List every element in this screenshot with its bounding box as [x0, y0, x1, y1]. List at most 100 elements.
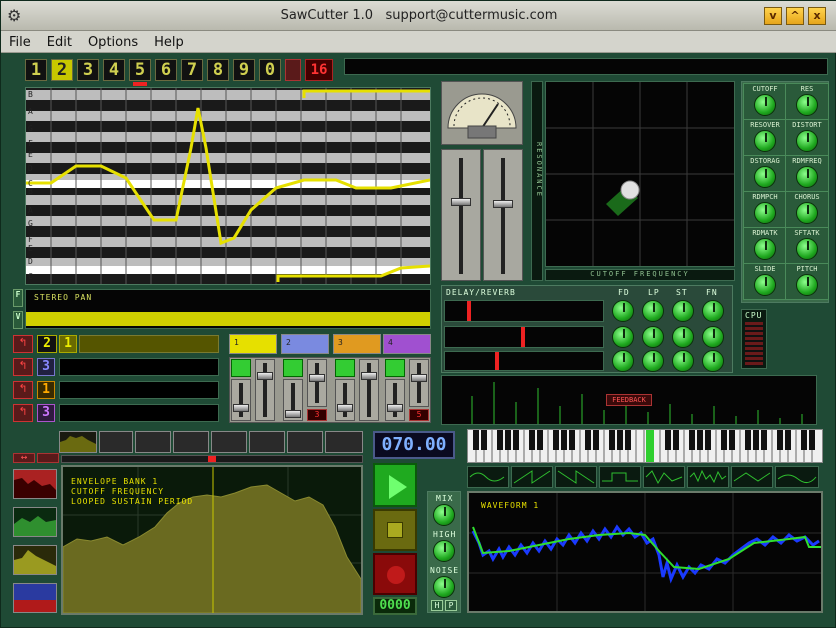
rdmatk-knob[interactable] — [754, 238, 776, 260]
pattern-button-4[interactable]: 4 — [103, 59, 125, 81]
track-1-lane[interactable] — [79, 335, 219, 353]
envelope-preview-3[interactable] — [135, 431, 171, 453]
channel-2-pan-fader[interactable] — [307, 359, 327, 407]
envelope-display[interactable]: ENVELOPE BANK 1 CUTOFF FREQUENCY LOOPED … — [61, 465, 363, 615]
waveform-select-pulse[interactable] — [643, 466, 685, 488]
delay-lp-knob-2[interactable] — [642, 326, 664, 348]
delay-st-knob-3[interactable] — [672, 350, 694, 372]
p-toggle[interactable]: P — [445, 600, 457, 611]
dstorag-knob[interactable] — [754, 166, 776, 188]
channel-2-volume-fader[interactable] — [283, 379, 303, 421]
waveform-display[interactable]: WAVEFORM 1 — [467, 491, 823, 613]
envelope-preview-7[interactable] — [287, 431, 323, 453]
fader-cap[interactable] — [233, 404, 249, 412]
chorus-knob[interactable] — [796, 202, 818, 224]
fader-cap[interactable] — [387, 404, 403, 412]
envelope-bank-2-button[interactable] — [13, 507, 57, 537]
fader-cap[interactable] — [257, 372, 273, 380]
menu-options[interactable]: Options — [80, 32, 146, 54]
pattern-button-3[interactable]: 3 — [77, 59, 99, 81]
pattern-button-9[interactable]: 9 — [233, 59, 255, 81]
sftatk-knob[interactable] — [796, 238, 818, 260]
waveform-select-ramp[interactable] — [555, 466, 597, 488]
envelope-preview-4[interactable] — [173, 431, 209, 453]
record-button[interactable] — [373, 553, 417, 595]
fader-cap[interactable] — [361, 372, 377, 380]
delay-fd-knob-3[interactable] — [612, 350, 634, 372]
track-4-lane[interactable] — [59, 404, 219, 422]
track-1-slot-a[interactable]: 2 — [37, 335, 57, 353]
fader-cap[interactable] — [309, 374, 325, 382]
delay-fn-knob-2[interactable] — [702, 326, 724, 348]
track-1-slot-b[interactable]: 1 — [59, 335, 77, 353]
envelope-preview-8[interactable] — [325, 431, 363, 453]
delay-st-knob-2[interactable] — [672, 326, 694, 348]
xy-pad[interactable] — [545, 81, 735, 267]
pattern-button-7[interactable]: 7 — [181, 59, 203, 81]
menu-help[interactable]: Help — [146, 32, 192, 54]
f-row-button[interactable]: F — [13, 289, 23, 307]
channel-2-header[interactable]: 2 — [281, 334, 329, 354]
note-grid[interactable] — [26, 88, 431, 284]
menu-file[interactable]: File — [1, 32, 39, 54]
track-2-slot-a[interactable]: 3 — [37, 358, 55, 376]
xy-grid[interactable] — [546, 82, 734, 266]
slide-knob[interactable] — [754, 274, 776, 296]
channel-3-pan-fader[interactable] — [359, 359, 379, 421]
channel-3-header[interactable]: 3 — [333, 334, 381, 354]
delay-fn-knob-3[interactable] — [702, 350, 724, 372]
waveform-select-saw[interactable] — [511, 466, 553, 488]
tempo-display[interactable]: 070.00 — [373, 431, 455, 459]
pattern-button-8[interactable]: 8 — [207, 59, 229, 81]
envelope-bank-1-button[interactable] — [13, 469, 57, 499]
resover-knob[interactable] — [754, 130, 776, 152]
tempo-multiplier[interactable]: 16 — [305, 59, 333, 81]
v-row-button[interactable]: V — [13, 311, 23, 329]
pattern-button-5[interactable]: 5 — [129, 59, 151, 81]
delay-lp-knob-1[interactable] — [642, 300, 664, 322]
track-1-route-icon[interactable]: ↰ — [13, 335, 33, 353]
track-2-lane[interactable] — [59, 358, 219, 376]
delay-time-slider-3[interactable] — [444, 351, 604, 371]
waveform-plot[interactable] — [469, 493, 821, 611]
piano-keyboard[interactable] — [467, 429, 823, 463]
master-right-fader[interactable] — [483, 149, 523, 281]
rdmpch-knob[interactable] — [754, 202, 776, 224]
waveform-select-square[interactable] — [599, 466, 641, 488]
envelope-preview-5[interactable] — [211, 431, 247, 453]
delay-fn-knob-1[interactable] — [702, 300, 724, 322]
channel-1-volume-fader[interactable] — [231, 379, 251, 421]
active-key[interactable] — [646, 430, 654, 462]
pattern-button-2[interactable]: 2 — [51, 59, 73, 81]
envelope-preview-1[interactable] — [59, 431, 97, 453]
fader-cap[interactable] — [451, 198, 471, 206]
delay-st-knob-1[interactable] — [672, 300, 694, 322]
channel-1-mute-button[interactable] — [231, 359, 251, 377]
delay-marker-3[interactable] — [495, 352, 499, 370]
res-knob[interactable] — [796, 94, 818, 116]
delay-time-slider-1[interactable] — [444, 300, 604, 322]
menu-edit[interactable]: Edit — [39, 32, 80, 54]
minimize-button[interactable]: v — [764, 7, 782, 25]
master-left-fader[interactable] — [441, 149, 481, 281]
pattern-up-down-button[interactable] — [285, 59, 301, 81]
envelope-bank-3-button[interactable] — [13, 545, 57, 575]
piano-keys[interactable] — [468, 430, 822, 462]
pitch-knob[interactable] — [796, 274, 818, 296]
channel-3-volume-fader[interactable] — [335, 379, 355, 421]
channel-4-pan-fader[interactable] — [409, 359, 429, 407]
track-3-route-icon[interactable]: ↰ — [13, 381, 33, 399]
close-button[interactable]: x — [808, 7, 826, 25]
delay-lp-knob-3[interactable] — [642, 350, 664, 372]
stereo-pan-bar[interactable] — [26, 312, 430, 326]
play-button[interactable] — [373, 463, 417, 507]
envelope-preview-6[interactable] — [249, 431, 285, 453]
fader-cap[interactable] — [285, 410, 301, 418]
noise-knob[interactable] — [433, 576, 455, 598]
envelope-scroll-thumb[interactable] — [208, 456, 216, 462]
stop-button[interactable] — [373, 509, 417, 551]
delay-fd-knob-1[interactable] — [612, 300, 634, 322]
channel-3-mute-button[interactable] — [335, 359, 355, 377]
pattern-button-0[interactable]: 0 — [259, 59, 281, 81]
waveform-select-tri[interactable] — [731, 466, 773, 488]
